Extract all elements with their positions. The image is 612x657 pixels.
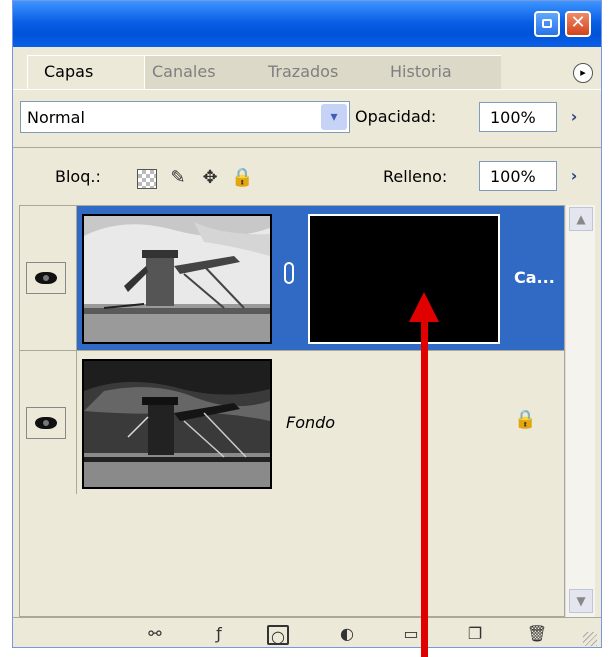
mask-icon[interactable]: ○ bbox=[267, 625, 289, 646]
tab-capas[interactable]: Capas bbox=[27, 55, 145, 89]
opacity-label: Opacidad: bbox=[355, 107, 437, 126]
tab-label: Canales bbox=[152, 62, 216, 81]
folder-icon[interactable]: ▭ bbox=[399, 624, 423, 644]
layer-thumbnail[interactable] bbox=[82, 214, 272, 344]
photo-thumbnail-image bbox=[84, 216, 270, 342]
opacity-slider-button[interactable]: › bbox=[559, 102, 589, 132]
visibility-toggle[interactable] bbox=[26, 407, 66, 439]
brush-lock-icon[interactable]: ✎ bbox=[167, 167, 189, 189]
layers-scrollbar[interactable]: ▲ ▼ bbox=[565, 205, 595, 617]
tab-label: Capas bbox=[44, 62, 94, 81]
minimize-button[interactable] bbox=[534, 11, 560, 37]
tab-canales[interactable]: Canales bbox=[133, 55, 261, 89]
layer-style-icon[interactable]: ƒ bbox=[207, 624, 231, 644]
panel-footer-toolbar: ⚯ ƒ ○ ◐ ▭ ❐ 🗑 bbox=[13, 617, 601, 647]
new-layer-icon[interactable]: ❐ bbox=[463, 624, 487, 644]
tab-bar: Historia Trazados Canales Capas bbox=[13, 47, 601, 90]
tab-trazados[interactable]: Trazados bbox=[249, 55, 377, 89]
blend-mode-select[interactable]: Normal ▾ bbox=[20, 101, 350, 133]
mask-link-icon[interactable] bbox=[284, 262, 294, 284]
eye-icon bbox=[35, 417, 57, 429]
lock-label: Bloq.: bbox=[55, 167, 101, 186]
layer-name[interactable]: Ca... bbox=[514, 268, 555, 287]
tab-historia[interactable]: Historia bbox=[371, 55, 501, 89]
layer-mask-thumbnail[interactable] bbox=[308, 214, 500, 344]
close-button[interactable]: ✕ bbox=[565, 11, 591, 37]
fill-input[interactable]: 100% bbox=[479, 161, 557, 191]
scroll-up-button[interactable]: ▲ bbox=[569, 207, 593, 231]
visibility-toggle[interactable] bbox=[26, 262, 66, 294]
divider bbox=[13, 147, 601, 148]
panel-menu-icon: ▸ bbox=[580, 66, 586, 79]
trash-icon[interactable]: 🗑 bbox=[525, 624, 549, 644]
divider bbox=[76, 206, 77, 350]
title-bar[interactable]: ✕ bbox=[13, 1, 601, 47]
scroll-down-button[interactable]: ▼ bbox=[569, 589, 593, 613]
opacity-input[interactable]: 100% bbox=[479, 102, 557, 132]
layers-list: Ca... Fondo 🔒 bbox=[19, 205, 565, 617]
annotation-arrow bbox=[421, 318, 428, 657]
layer-row-background[interactable]: Fondo 🔒 bbox=[20, 350, 564, 494]
layer-thumbnail[interactable] bbox=[82, 359, 272, 489]
layers-panel-window: ✕ Historia Trazados Canales Capas ▸ Norm… bbox=[12, 0, 602, 648]
transparency-lock-icon[interactable] bbox=[137, 169, 157, 189]
layer-name[interactable]: Fondo bbox=[286, 413, 335, 432]
close-icon: ✕ bbox=[570, 12, 586, 33]
link-icon[interactable]: ⚯ bbox=[143, 624, 167, 644]
resize-grip[interactable] bbox=[583, 632, 597, 646]
fill-label: Relleno: bbox=[383, 167, 448, 186]
adjustment-icon[interactable]: ◐ bbox=[335, 624, 359, 644]
divider bbox=[76, 351, 77, 494]
layer-row-selected[interactable]: Ca... bbox=[20, 206, 564, 350]
move-lock-icon[interactable]: ✥ bbox=[199, 167, 221, 189]
photo-thumbnail-image bbox=[84, 361, 270, 487]
padlock-icon[interactable]: 🔒 bbox=[231, 167, 253, 189]
blend-mode-value: Normal bbox=[27, 108, 85, 127]
tab-label: Trazados bbox=[268, 62, 339, 81]
fill-slider-button[interactable]: › bbox=[559, 161, 589, 191]
padlock-icon: 🔒 bbox=[514, 409, 537, 430]
tab-label: Historia bbox=[390, 62, 452, 81]
chevron-down-icon[interactable]: ▾ bbox=[321, 104, 347, 130]
eye-icon bbox=[35, 272, 57, 284]
panel-menu-button[interactable]: ▸ bbox=[573, 63, 593, 83]
